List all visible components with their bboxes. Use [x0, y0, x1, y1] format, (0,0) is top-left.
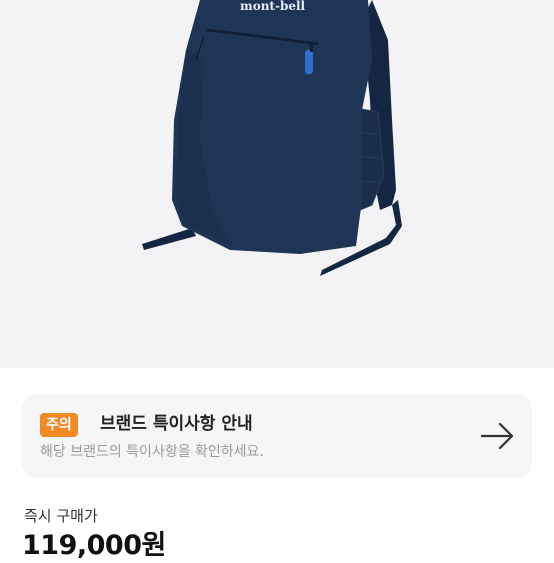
product-image[interactable]: mont-bell	[0, 0, 554, 368]
brand-notice-card[interactable]: 주의 브랜드 특이사항 안내 해당 브랜드의 특이사항을 확인하세요.	[22, 394, 532, 478]
brand-logo: mont-bell	[240, 0, 306, 13]
notice-title: 브랜드 특이사항 안내	[100, 414, 253, 434]
notice-description: 해당 브랜드의 특이사항을 확인하세요.	[40, 444, 264, 460]
instant-buy-price-label: 즉시 구매가	[24, 507, 98, 525]
zip-pull-cord	[310, 42, 313, 52]
backpack-illustration: mont-bell	[142, 0, 402, 276]
bottom-strap-left	[142, 228, 196, 250]
arrow-right-icon[interactable]	[480, 422, 516, 450]
instant-buy-price-value: 119,000원	[22, 530, 166, 561]
warning-badge: 주의	[40, 413, 78, 437]
zip-pull	[305, 50, 313, 74]
